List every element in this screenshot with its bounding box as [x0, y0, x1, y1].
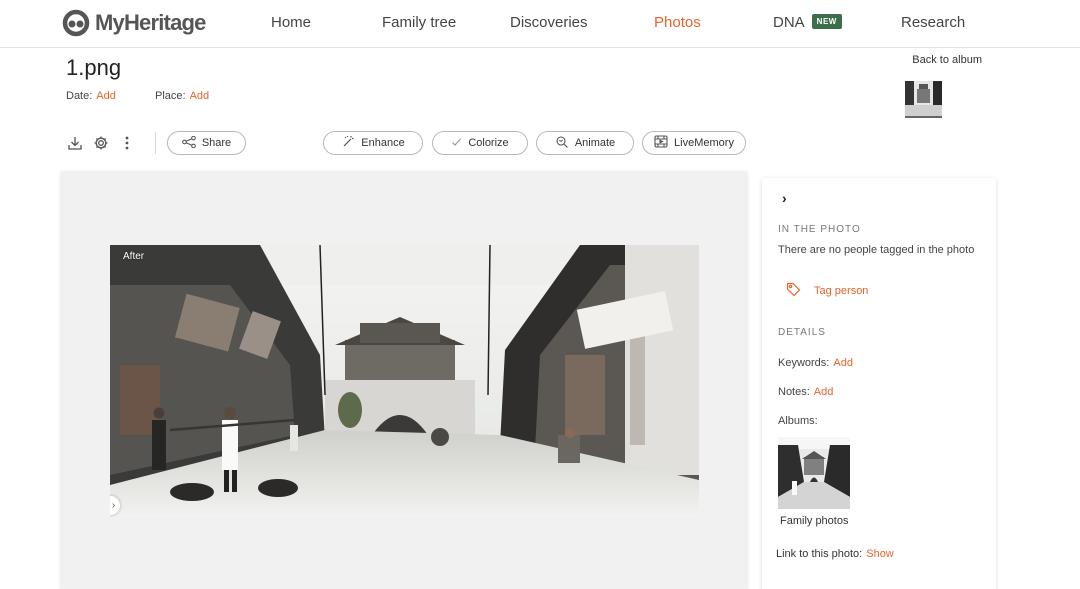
livememory-label: LiveMemory: [674, 137, 734, 149]
gear-icon[interactable]: [92, 134, 110, 152]
photo-title: 1.png: [66, 55, 122, 80]
new-badge: NEW: [811, 14, 842, 29]
top-navigation: MyHeritage Home Family tree Discoveries …: [0, 0, 1080, 48]
album-thumbnail[interactable]: [778, 437, 850, 509]
nav-research[interactable]: Research: [901, 14, 965, 31]
albums-label: Albums:: [778, 415, 818, 427]
enhance-button[interactable]: Enhance: [323, 131, 423, 155]
nav-dna[interactable]: DNA NEW: [773, 14, 842, 31]
link-label: Link to this photo:: [776, 548, 863, 560]
colorize-label: Colorize: [468, 137, 509, 149]
share-label: Share: [201, 137, 232, 149]
keywords-add-link[interactable]: Add: [833, 357, 853, 369]
keywords-row: Keywords: Add: [778, 357, 853, 369]
date-field: Date: Add: [66, 90, 116, 102]
nav-family-tree[interactable]: Family tree: [382, 14, 456, 31]
no-people-text: There are no people tagged in the photo: [778, 244, 975, 256]
animate-label: Animate: [574, 137, 616, 149]
place-add-link[interactable]: Add: [190, 90, 210, 102]
place-field: Place: Add: [155, 90, 209, 102]
myheritage-logo[interactable]: MyHeritage: [62, 9, 206, 37]
in-photo-heading: IN THE PHOTO: [778, 224, 861, 235]
nav-dna-label: DNA: [773, 14, 805, 31]
show-link[interactable]: Show: [866, 548, 894, 560]
colorized-photo[interactable]: After ›: [110, 245, 699, 517]
tag-person-label: Tag person: [814, 284, 869, 297]
date-label: Date:: [66, 90, 93, 102]
notes-label: Notes:: [778, 386, 810, 398]
colorize-button[interactable]: Colorize: [432, 131, 528, 155]
notes-row: Notes: Add: [778, 386, 833, 398]
animate-icon: [555, 135, 569, 152]
photo-link-row: Link to this photo: Show: [776, 548, 894, 560]
download-icon[interactable]: [66, 134, 84, 152]
album-name[interactable]: Family photos: [780, 515, 848, 527]
toolbar-divider: [155, 132, 156, 154]
tag-person-button[interactable]: Tag person: [786, 282, 868, 299]
enhance-label: Enhance: [361, 137, 405, 149]
share-icon: [181, 135, 196, 151]
logo-text: MyHeritage: [95, 10, 206, 35]
share-button[interactable]: Share: [167, 131, 246, 155]
nav-discoveries[interactable]: Discoveries: [510, 14, 588, 31]
more-vertical-icon[interactable]: [118, 134, 136, 152]
nav-home[interactable]: Home: [271, 14, 311, 31]
film-icon: [654, 135, 668, 151]
chevron-right-icon[interactable]: ›: [782, 190, 787, 206]
after-label: After: [123, 251, 145, 262]
album-cover-thumbnail[interactable]: [905, 75, 942, 118]
nav-photos[interactable]: Photos: [654, 14, 701, 31]
date-add-link[interactable]: Add: [96, 90, 116, 102]
tag-icon: [786, 282, 801, 299]
animate-button[interactable]: Animate: [536, 131, 634, 155]
details-heading: DETAILS: [778, 327, 826, 338]
logo-mark-icon: [62, 9, 92, 37]
magic-wand-icon: [341, 135, 355, 152]
place-label: Place:: [155, 90, 186, 102]
livememory-button[interactable]: LiveMemory: [642, 131, 746, 155]
check-icon: [451, 137, 462, 150]
keywords-label: Keywords:: [778, 357, 830, 369]
back-to-album-link[interactable]: Back to album: [912, 54, 982, 66]
photo-details-panel: › IN THE PHOTO There are no people tagge…: [762, 178, 996, 589]
notes-add-link[interactable]: Add: [814, 386, 834, 398]
